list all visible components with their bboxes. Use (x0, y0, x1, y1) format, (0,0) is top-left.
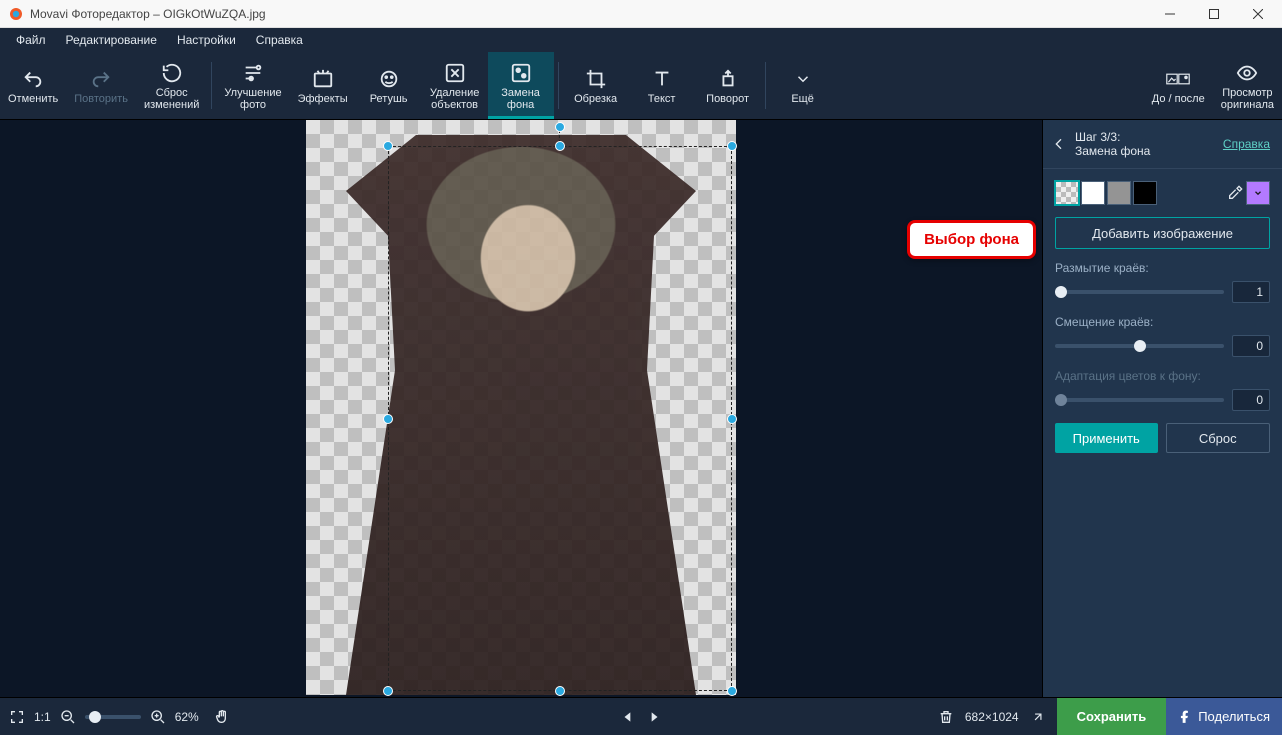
save-button[interactable]: Сохранить (1057, 698, 1167, 735)
window-titlebar: Movavi Фоторедактор – OIGkOtWuZQA.jpg (0, 0, 1282, 28)
edge-shift-value[interactable]: 0 (1232, 335, 1270, 357)
edge-blur-slider[interactable] (1055, 290, 1224, 294)
menu-settings[interactable]: Настройки (167, 30, 246, 50)
undo-icon (21, 67, 45, 91)
menubar: Файл Редактирование Настройки Справка (0, 28, 1282, 52)
canvas-area[interactable]: Выбор фона (0, 120, 1042, 697)
menu-edit[interactable]: Редактирование (56, 30, 167, 50)
panel-step-title: Шаг 3/3: Замена фона (1075, 130, 1223, 158)
resize-handle[interactable] (383, 686, 393, 696)
dimensions-label: 682×1024 (965, 710, 1019, 724)
share-button[interactable]: Поделиться (1166, 698, 1282, 735)
retouch-icon (377, 67, 401, 91)
zoom-percent-label: 62% (175, 710, 199, 724)
background-change-button[interactable]: Замена фона (488, 52, 554, 119)
crop-icon (584, 67, 608, 91)
edge-blur-value[interactable]: 1 (1232, 281, 1270, 303)
eye-icon (1235, 61, 1259, 85)
chevron-down-icon (791, 67, 815, 91)
next-image-button[interactable] (645, 708, 663, 726)
compare-icon (1166, 67, 1190, 91)
side-panel: Шаг 3/3: Замена фона Справка Добавить из… (1042, 120, 1282, 697)
selection-box[interactable] (388, 146, 732, 691)
app-icon (8, 6, 24, 22)
back-button[interactable] (1051, 136, 1075, 152)
before-after-button[interactable]: До / после (1144, 52, 1213, 119)
resize-handle[interactable] (555, 686, 565, 696)
zoom-ratio-label[interactable]: 1:1 (34, 710, 51, 724)
export-icon[interactable] (1029, 708, 1047, 726)
retouch-button[interactable]: Ретушь (356, 52, 422, 119)
undo-button[interactable]: Отменить (0, 52, 66, 119)
text-button[interactable]: Текст (629, 52, 695, 119)
status-bar: 1:1 62% 682×1024 Сохранить Поделиться (0, 697, 1282, 735)
resize-handle[interactable] (555, 141, 565, 151)
enhance-icon (241, 61, 265, 85)
enhance-button[interactable]: Улучшение фото (216, 52, 289, 119)
zoom-out-button[interactable] (59, 708, 77, 726)
menu-file[interactable]: Файл (6, 30, 56, 50)
eyedropper-button[interactable] (1224, 182, 1246, 204)
resize-handle[interactable] (727, 686, 737, 696)
pan-hand-button[interactable] (213, 708, 231, 726)
text-icon (650, 67, 674, 91)
apply-button[interactable]: Применить (1055, 423, 1158, 453)
redo-icon (89, 67, 113, 91)
window-title: Movavi Фоторедактор – OIGkOtWuZQA.jpg (30, 7, 1148, 21)
window-maximize-button[interactable] (1192, 0, 1236, 28)
resize-handle[interactable] (383, 414, 393, 424)
object-removal-button[interactable]: Удаление объектов (422, 52, 488, 119)
rotate-handle[interactable] (555, 122, 565, 132)
color-adapt-param: Адаптация цветов к фону: 0 (1055, 369, 1270, 411)
color-picker-button[interactable] (1246, 181, 1270, 205)
background-icon (509, 61, 533, 85)
main-toolbar: Отменить Повторить Сброс изменений Улучш… (0, 52, 1282, 120)
resize-handle[interactable] (727, 414, 737, 424)
resize-handle[interactable] (727, 141, 737, 151)
window-minimize-button[interactable] (1148, 0, 1192, 28)
annotation-callout: Выбор фона (907, 220, 1036, 259)
resize-handle[interactable] (383, 141, 393, 151)
window-close-button[interactable] (1236, 0, 1280, 28)
fullscreen-button[interactable] (8, 708, 26, 726)
swatch-transparent[interactable] (1055, 181, 1079, 205)
background-swatches (1055, 181, 1270, 205)
facebook-icon (1178, 710, 1192, 724)
crop-button[interactable]: Обрезка (563, 52, 629, 119)
color-adapt-value: 0 (1232, 389, 1270, 411)
erase-icon (443, 61, 467, 85)
swatch-black[interactable] (1133, 181, 1157, 205)
reset-changes-button[interactable]: Сброс изменений (136, 52, 207, 119)
image-canvas[interactable] (306, 120, 736, 695)
effects-icon (311, 67, 335, 91)
view-original-button[interactable]: Просмотр оригинала (1213, 52, 1282, 119)
panel-reset-button[interactable]: Сброс (1166, 423, 1271, 453)
menu-help[interactable]: Справка (246, 30, 313, 50)
reset-icon (160, 61, 184, 85)
delete-button[interactable] (937, 708, 955, 726)
swatch-white[interactable] (1081, 181, 1105, 205)
zoom-slider[interactable] (85, 715, 141, 719)
add-image-button[interactable]: Добавить изображение (1055, 217, 1270, 249)
redo-button[interactable]: Повторить (66, 52, 136, 119)
color-adapt-slider (1055, 398, 1224, 402)
swatch-gray[interactable] (1107, 181, 1131, 205)
panel-help-link[interactable]: Справка (1223, 137, 1270, 151)
edge-shift-param: Смещение краёв: 0 (1055, 315, 1270, 357)
edge-blur-param: Размытие краёв: 1 (1055, 261, 1270, 303)
rotate-icon (716, 67, 740, 91)
more-button[interactable]: Ещё (770, 52, 836, 119)
rotate-button[interactable]: Поворот (695, 52, 761, 119)
edge-shift-slider[interactable] (1055, 344, 1224, 348)
zoom-in-button[interactable] (149, 708, 167, 726)
effects-button[interactable]: Эффекты (290, 52, 356, 119)
prev-image-button[interactable] (619, 708, 637, 726)
